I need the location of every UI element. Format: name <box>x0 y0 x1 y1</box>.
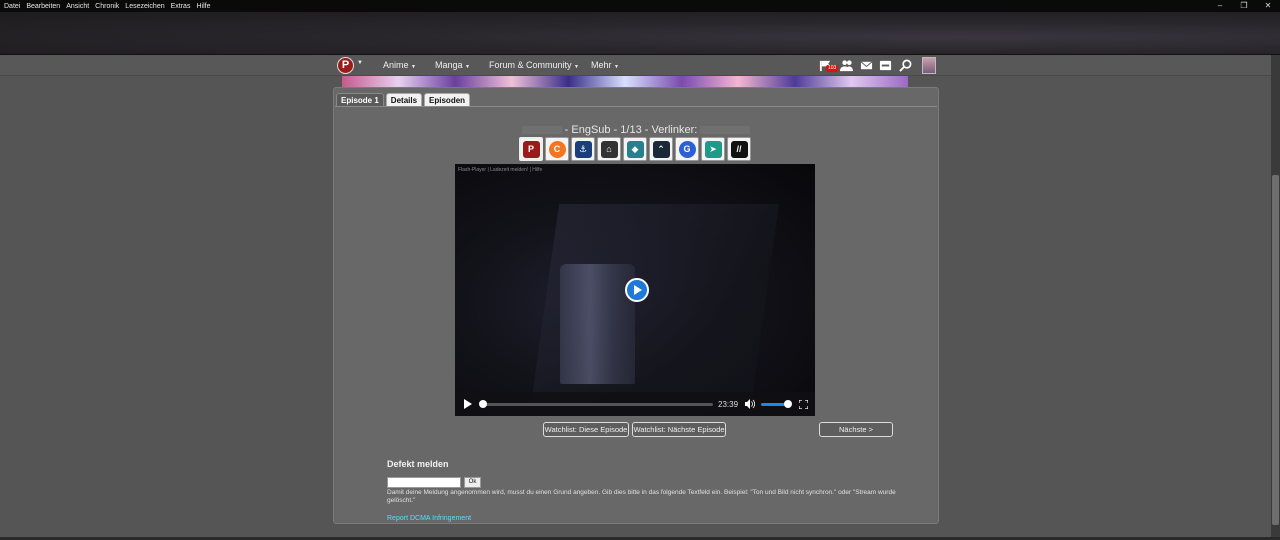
seek-bar[interactable] <box>479 399 713 408</box>
tab-episodes[interactable]: Episoden <box>424 93 471 107</box>
volume-icon[interactable] <box>745 399 756 409</box>
proxer-icon: P <box>522 140 540 158</box>
play-icon <box>634 285 642 295</box>
site-logo[interactable]: P <box>337 57 354 74</box>
chat-icon[interactable] <box>878 58 892 72</box>
episode-tabs: Episode 1 Details Episoden <box>336 93 472 107</box>
menu-bookmarks[interactable]: Lesezeichen <box>125 3 164 10</box>
minimize-button[interactable]: – <box>1208 0 1232 12</box>
nav-item-more[interactable]: Mehr ▼ <box>591 60 619 70</box>
chevron-down-icon: ▼ <box>357 60 363 66</box>
player-links[interactable]: Flash-Player | Ladezeit melden! | Hilfe <box>458 167 542 173</box>
hoster-proxer[interactable]: P <box>519 137 543 161</box>
stream-title: - EngSub - 1/13 - Verlinker: <box>333 124 939 136</box>
hoster-mp4upload[interactable]: ◆ <box>623 137 647 161</box>
hoster-list: P C ⚓ ⌂ ◆ ⌃ G ➤ // <box>519 137 753 161</box>
time-display: 23:39 <box>718 399 739 409</box>
streamango-icon: ➤ <box>704 140 722 158</box>
site-nav: P ▼ Anime ▼ Manga ▼ Forum & Community ▼ … <box>0 55 1280 76</box>
browser-toolbar-area <box>0 12 1280 55</box>
video-frame-jacket <box>560 264 635 384</box>
menu-help[interactable]: Hilfe <box>196 3 210 10</box>
hoster-gog[interactable]: G <box>675 137 699 161</box>
play-icon[interactable] <box>463 399 473 409</box>
player-controls: 23:39 <box>455 392 815 416</box>
friends-icon[interactable] <box>839 58 853 72</box>
hoster-streamcloud[interactable]: ⚓ <box>571 137 595 161</box>
watchlist-current-button[interactable]: Watchlist: Diese Episode <box>543 422 629 437</box>
stream-info: - EngSub - 1/13 - Verlinker: <box>564 124 698 136</box>
volume-handle[interactable] <box>784 399 793 408</box>
dmca-link[interactable]: Report DCMA Infringement <box>387 515 471 522</box>
tab-episode[interactable]: Episode 1 <box>336 93 384 107</box>
crunchyroll-icon: C <box>548 140 566 158</box>
nav-item-manga[interactable]: Manga ▼ <box>435 60 470 70</box>
hoster-steam[interactable]: ⌃ <box>649 137 673 161</box>
restore-button[interactable]: ❐ <box>1232 0 1256 12</box>
fullscreen-icon[interactable] <box>799 399 809 409</box>
menu-view[interactable]: Ansicht <box>66 3 89 10</box>
menu-history[interactable]: Chronik <box>95 3 119 10</box>
notification-badge: 103 <box>826 65 839 72</box>
report-hint: Damit deine Meldung angenommen wird, mus… <box>387 489 896 504</box>
menu-extras[interactable]: Extras <box>171 3 191 10</box>
page-scrollbar[interactable] <box>1271 55 1280 540</box>
mail-icon[interactable] <box>859 58 873 72</box>
menu-file[interactable]: Datei <box>4 3 20 10</box>
watchlist-next-button[interactable]: Watchlist: Nächste Episode <box>632 422 726 437</box>
big-play-button[interactable] <box>625 278 649 302</box>
hoster-streamango[interactable]: ➤ <box>701 137 725 161</box>
close-button[interactable]: ✕ <box>1256 0 1280 12</box>
report-title: Defekt melden <box>387 459 449 469</box>
browser-menubar: Datei Bearbeiten Ansicht Chronik Lesezei… <box>0 0 1280 12</box>
vidoza-icon: // <box>730 140 748 158</box>
window-controls: – ❐ ✕ <box>1208 0 1280 12</box>
hoster-archive[interactable]: ⌂ <box>597 137 621 161</box>
streamcloud-icon: ⚓ <box>574 140 592 158</box>
steam-icon: ⌃ <box>652 140 670 158</box>
tab-details[interactable]: Details <box>385 93 423 107</box>
menu-edit[interactable]: Bearbeiten <box>26 3 60 10</box>
mp4upload-icon: ◆ <box>626 140 644 158</box>
next-episode-button[interactable]: Nächste > <box>819 422 893 437</box>
report-ok-button[interactable]: Ok <box>464 477 481 488</box>
nav-item-anime[interactable]: Anime ▼ <box>383 60 416 70</box>
redacted-anime-name <box>521 126 562 135</box>
hoster-crunchyroll[interactable]: C <box>545 137 569 161</box>
search-icon[interactable] <box>898 58 912 72</box>
scrollbar-thumb[interactable] <box>1272 175 1279 525</box>
hoster-vidoza[interactable]: // <box>727 137 751 161</box>
archive-icon: ⌂ <box>600 140 618 158</box>
tab-divider <box>335 106 937 107</box>
gog-icon: G <box>678 140 696 158</box>
nav-item-forum[interactable]: Forum & Community ▼ <box>489 60 579 70</box>
report-reason-input[interactable] <box>387 477 461 488</box>
header-banner-image <box>342 76 908 87</box>
seek-handle[interactable] <box>479 399 487 408</box>
volume-slider[interactable] <box>761 399 793 408</box>
redacted-uploader <box>700 126 751 135</box>
video-player[interactable]: Flash-Player | Ladezeit melden! | Hilfe … <box>455 164 815 416</box>
user-avatar[interactable] <box>922 57 936 74</box>
